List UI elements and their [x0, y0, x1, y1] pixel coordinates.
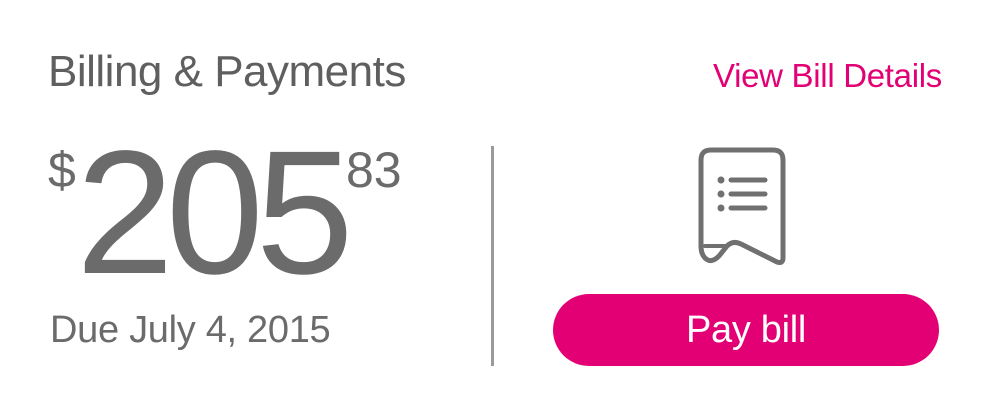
pay-bill-button[interactable]: Pay bill: [553, 294, 939, 366]
billing-card: Billing & Payments View Bill Details $ 2…: [0, 0, 990, 411]
balance-amount: $ 205 83: [48, 115, 448, 311]
balance-dollars: 205: [76, 115, 354, 311]
currency-symbol: $: [48, 142, 76, 198]
view-bill-details-link[interactable]: View Bill Details: [713, 56, 942, 96]
section-divider: [491, 146, 494, 366]
balance-cents: 83: [346, 142, 402, 198]
bill-document-icon: [697, 146, 789, 270]
page-title: Billing & Payments: [48, 47, 406, 96]
due-date: Due July 4, 2015: [50, 309, 331, 351]
